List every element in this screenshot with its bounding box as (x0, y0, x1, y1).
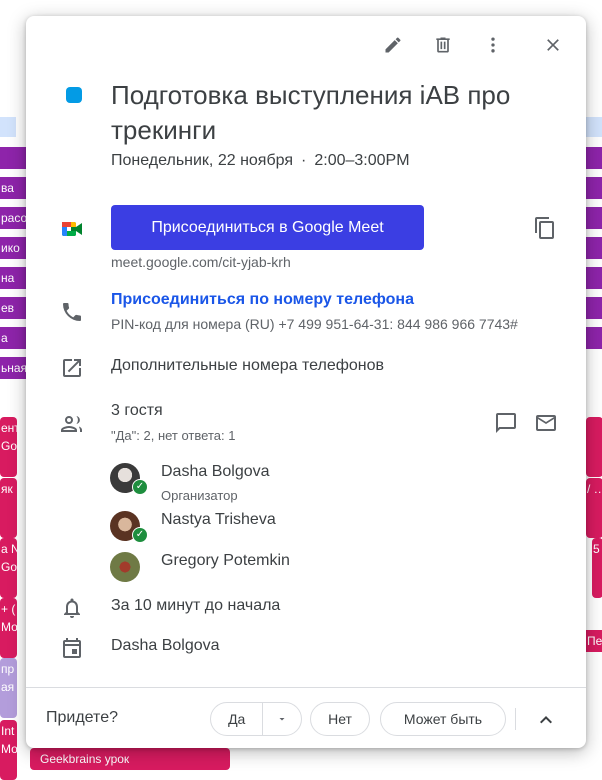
rsvp-yes-button[interactable]: Да (211, 703, 264, 735)
calendar-event-chip[interactable]: ев (0, 297, 27, 319)
guests-count: 3 гостя (111, 402, 163, 419)
calendar-event-chip[interactable] (586, 267, 602, 289)
event-time: 2:00–3:00PM (314, 152, 410, 169)
guest-name: Gregory Potemkin (161, 552, 290, 569)
meet-url: meet.google.com/cit-yjab-krh (111, 254, 291, 270)
all-day-bar-left (0, 117, 16, 137)
more-vert-icon (491, 37, 495, 53)
calendar-event-chip[interactable]: пр ая (0, 658, 17, 718)
guest-role: Организатор (161, 488, 238, 503)
copy-icon (535, 217, 554, 239)
mail-icon (536, 415, 556, 431)
reminder-text: За 10 минут до начала (111, 597, 281, 614)
rsvp-options-dropdown[interactable] (263, 713, 301, 725)
calendar-event-chip[interactable] (586, 237, 602, 259)
calendar-event-chip[interactable]: 5 (592, 538, 602, 598)
calendar-event-chip[interactable]: расо (0, 207, 27, 229)
calendar-event-chip[interactable] (586, 297, 602, 319)
event-date: Понедельник, 22 ноября (111, 152, 294, 169)
calendar-icon (60, 636, 84, 660)
email-guests-chat-button[interactable] (494, 411, 518, 435)
guests-rsvp-summary: "Да": 2, нет ответа: 1 (111, 428, 236, 443)
edit-button[interactable] (381, 33, 405, 57)
join-google-meet-button[interactable]: Присоединиться в Google Meet (111, 205, 424, 250)
rsvp-maybe-button[interactable]: Может быть (380, 702, 506, 736)
rsvp-yes-split-button: Да (210, 702, 302, 736)
calendar-event-chip[interactable] (586, 177, 602, 199)
copy-button[interactable] (533, 216, 557, 240)
calendar-event-chip[interactable]: / … (586, 478, 602, 538)
accepted-check-icon: ✓ (132, 479, 148, 495)
calendar-event-chip[interactable]: ва (0, 177, 27, 199)
join-by-phone-link[interactable]: Присоединиться по номеру телефона (111, 291, 414, 309)
calendar-event-chip[interactable]: Int Мо (0, 720, 17, 780)
chevron-down-icon (279, 718, 285, 721)
close-button[interactable] (541, 33, 565, 57)
pencil-icon (385, 37, 401, 53)
people-icon (60, 412, 84, 436)
event-details-dialog: Подготовка выступления iAB про трекинги … (26, 16, 586, 748)
calendar-event-chip[interactable] (586, 207, 602, 229)
phone-pin-text: PIN-код для номера (RU) +7 499 951-64-31… (111, 316, 518, 332)
calendar-event-chip[interactable]: Geekbrains урок (30, 748, 230, 770)
delete-button[interactable] (431, 33, 455, 57)
more-phone-numbers-link[interactable]: Дополнительные номера телефонов (111, 357, 384, 375)
calendar-event-chip[interactable]: ент Go (0, 417, 17, 477)
calendar-event-chip[interactable]: на (0, 267, 27, 289)
calendar-event-chip[interactable]: ьная (0, 357, 27, 379)
datetime-separator: · (301, 152, 307, 169)
guest-name: Nastya Trisheva (161, 511, 276, 528)
calendar-event-chip[interactable] (0, 147, 27, 169)
event-datetime: Понедельник, 22 ноября · 2:00–3:00PM (111, 152, 410, 170)
avatar (110, 552, 140, 582)
event-color-indicator (66, 87, 82, 103)
email-guests-button[interactable] (534, 411, 558, 435)
bell-icon (60, 596, 84, 620)
footer-divider (26, 687, 586, 688)
phone-icon (60, 300, 84, 324)
event-title: Подготовка выступления iAB про трекинги (111, 80, 511, 145)
guest-name: Dasha Bolgova (161, 463, 270, 480)
all-day-bar-right (586, 117, 602, 137)
calendar-owner: Dasha Bolgova (111, 637, 220, 654)
footer-vertical-divider (515, 708, 516, 730)
calendar-event-chip[interactable] (586, 327, 602, 349)
calendar-event-chip[interactable]: а N Go (0, 538, 17, 598)
chat-icon (496, 413, 516, 433)
rsvp-no-button[interactable]: Нет (310, 702, 370, 736)
accepted-check-icon: ✓ (132, 527, 148, 543)
calendar-event-chip[interactable]: а (0, 327, 27, 349)
calendar-event-chip[interactable] (586, 417, 602, 477)
calendar-event-chip[interactable]: + ( Мо (0, 598, 17, 658)
calendar-event-chip[interactable]: Пер (586, 630, 602, 652)
calendar-event-chip[interactable]: ико (0, 237, 27, 259)
chevron-up-icon (540, 716, 552, 724)
close-icon (547, 39, 559, 51)
calendar-event-chip[interactable] (586, 147, 602, 169)
trash-icon (436, 37, 450, 53)
open-in-new-icon (60, 356, 84, 380)
rsvp-question: Придете? (46, 709, 118, 726)
more-options-button[interactable] (481, 33, 505, 57)
calendar-event-chip[interactable]: як (0, 478, 17, 538)
collapse-button[interactable] (534, 708, 558, 732)
google-meet-icon (60, 217, 84, 241)
